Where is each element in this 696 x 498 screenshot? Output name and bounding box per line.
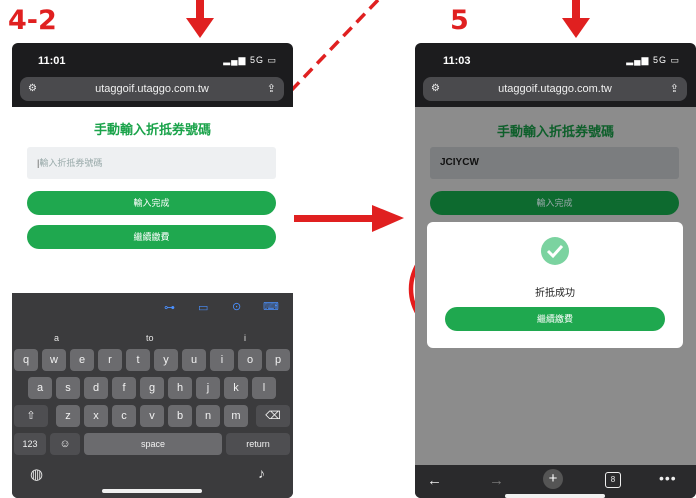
site-settings-icon[interactable]: ⚙ (28, 77, 37, 101)
success-message: 折抵成功 (535, 288, 575, 299)
share-icon[interactable]: ⇪ (267, 77, 276, 101)
status-time: 11:03 (443, 55, 471, 67)
numbers-key[interactable]: 123 (14, 433, 46, 455)
key-v[interactable]: v (140, 405, 164, 427)
key-f[interactable]: f (112, 377, 136, 399)
key-z[interactable]: z (56, 405, 80, 427)
space-key[interactable]: space (84, 433, 222, 455)
key-l[interactable]: l (252, 377, 276, 399)
web-content: 手動輸入折抵券號碼 |輸入折抵券號碼 輸入完成 繼續繳費 (12, 107, 293, 293)
down-arrow-left (186, 0, 214, 38)
suggestion-3[interactable]: i (244, 333, 246, 343)
key-o[interactable]: o (238, 349, 262, 371)
status-time: 11:01 (38, 55, 66, 67)
key-r[interactable]: r (98, 349, 122, 371)
key-u[interactable]: u (182, 349, 206, 371)
card-icon[interactable]: ▭ (198, 301, 208, 314)
status-bar: 11:01 ▂▄▆ 5G ▭ (12, 43, 293, 77)
status-network: 5G (249, 55, 264, 65)
key-h[interactable]: h (168, 377, 192, 399)
globe-icon[interactable]: ◍ (30, 465, 43, 483)
page-title: 手動輸入折抵券號碼 (93, 122, 211, 137)
status-network: 5G (652, 55, 667, 65)
key-k[interactable]: k (224, 377, 248, 399)
key-g[interactable]: g (140, 377, 164, 399)
key-m[interactable]: m (224, 405, 248, 427)
key-x[interactable]: x (84, 405, 108, 427)
coupon-code-input[interactable]: |輸入折抵券號碼 (27, 147, 276, 179)
right-arrow-between (294, 205, 404, 232)
key-a[interactable]: a (28, 377, 52, 399)
page-title: 手動輸入折抵券號碼 (496, 124, 614, 139)
key-e[interactable]: e (70, 349, 94, 371)
down-arrow-right (562, 0, 590, 38)
key-d[interactable]: d (84, 377, 108, 399)
address-bar[interactable]: ⚙ utaggoif.utaggo.com.tw ⇪ (20, 77, 284, 101)
web-content-dimmed: 手動輸入折抵券號碼 JCIYCW 輸入完成 折抵成功 繼續繳費 (415, 107, 696, 465)
key-j[interactable]: j (196, 377, 220, 399)
browser-toolbar: ← → + 8 ••• (415, 465, 696, 498)
key-t[interactable]: t (126, 349, 150, 371)
shift-icon: ⇧ (26, 410, 36, 422)
right-phone-screen: 11:03 ▂▄▆ 5G ▭ ⚙ utaggoif.utaggo.com.tw … (415, 43, 696, 498)
battery-icon: ▭ (267, 55, 277, 65)
more-icon[interactable]: ••• (659, 470, 677, 486)
emoji-icon: ☺ (59, 438, 71, 450)
coupon-code-input[interactable]: JCIYCW (430, 147, 679, 179)
check-icon (541, 237, 569, 265)
signal-icon: ▂▄▆ (626, 55, 650, 65)
location-icon[interactable]: ⊙ (232, 300, 241, 313)
done-button[interactable]: 輸入完成 (430, 191, 679, 215)
site-settings-icon[interactable]: ⚙ (431, 77, 440, 101)
key-n[interactable]: n (196, 405, 220, 427)
url-text: utaggoif.utaggo.com.tw (95, 83, 209, 95)
status-bar: 11:03 ▂▄▆ 5G ▭ (415, 43, 696, 77)
key-c[interactable]: c (112, 405, 136, 427)
key-p[interactable]: p (266, 349, 290, 371)
key-b[interactable]: b (168, 405, 192, 427)
emoji-key[interactable]: ☺ (50, 433, 80, 455)
signal-icon: ▂▄▆ (223, 55, 247, 65)
forward-arrow-icon[interactable]: → (489, 472, 504, 489)
address-bar[interactable]: ⚙ utaggoif.utaggo.com.tw ⇪ (423, 77, 687, 101)
new-tab-icon[interactable]: + (543, 469, 563, 489)
key-icon[interactable]: ⊶ (164, 301, 175, 314)
shift-key[interactable]: ⇧ (14, 405, 48, 427)
url-text: utaggoif.utaggo.com.tw (498, 83, 612, 95)
key-w[interactable]: w (42, 349, 66, 371)
back-arrow-icon[interactable]: ← (427, 472, 442, 489)
continue-payment-button[interactable]: 繼續繳費 (27, 225, 276, 249)
done-button[interactable]: 輸入完成 (27, 191, 276, 215)
input-placeholder: 輸入折抵券號碼 (39, 158, 103, 168)
backspace-icon: ⌫ (265, 410, 281, 422)
key-i[interactable]: i (210, 349, 234, 371)
success-dialog: 折抵成功 繼續繳費 (427, 222, 683, 348)
key-s[interactable]: s (56, 377, 80, 399)
share-icon[interactable]: ⇪ (670, 77, 679, 101)
suggestion-1[interactable]: a (54, 333, 59, 343)
tabs-icon[interactable]: 8 (605, 472, 621, 488)
suggestion-2[interactable]: to (146, 333, 154, 343)
home-indicator (505, 494, 605, 498)
keyboard: ⊶ ▭ ⊙ ⌨ a to i q w e r t y u i o p a s d… (12, 293, 293, 498)
key-y[interactable]: y (154, 349, 178, 371)
return-key[interactable]: return (226, 433, 290, 455)
keyboard-hide-icon[interactable]: ⌨ (263, 300, 279, 313)
battery-icon: ▭ (670, 55, 680, 65)
mic-icon[interactable]: ♪ (258, 465, 265, 481)
key-q[interactable]: q (14, 349, 38, 371)
left-phone-screen: 11:01 ▂▄▆ 5G ▭ ⚙ utaggoif.utaggo.com.tw … (12, 43, 293, 498)
continue-payment-button[interactable]: 繼續繳費 (445, 307, 665, 331)
backspace-key[interactable]: ⌫ (256, 405, 290, 427)
home-indicator (102, 489, 202, 493)
